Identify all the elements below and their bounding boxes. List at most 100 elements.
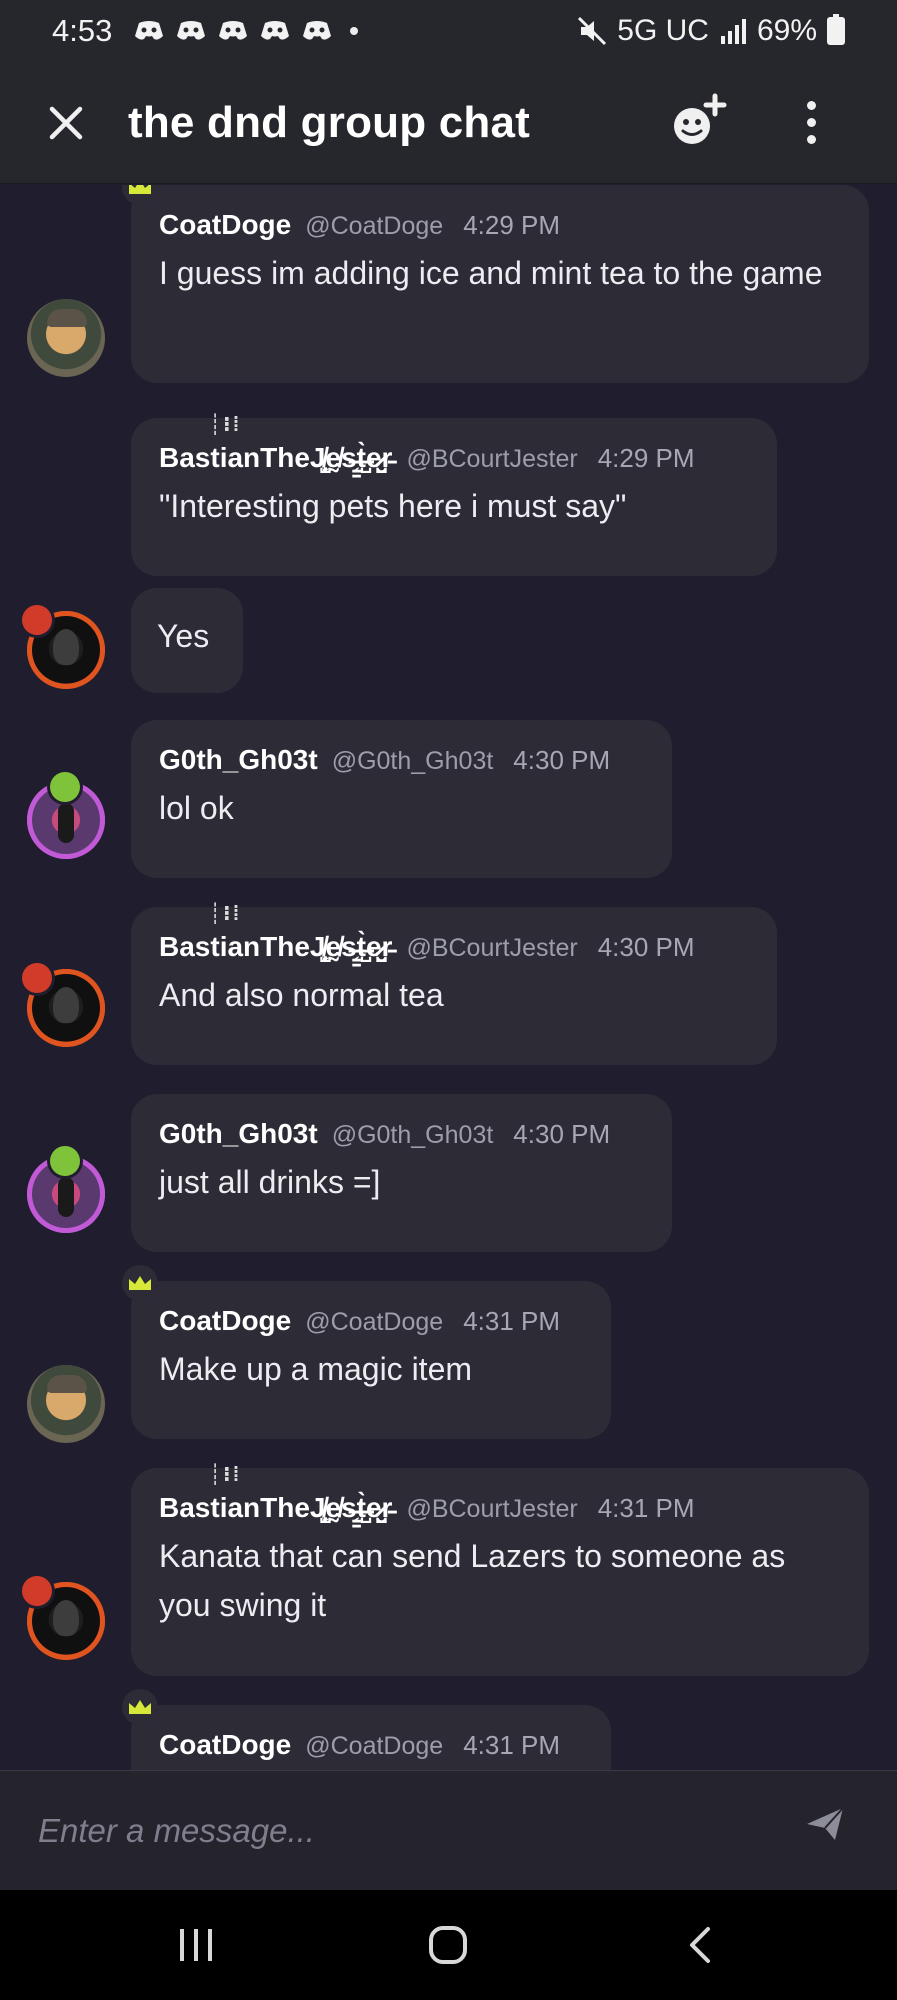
discord-icon <box>177 21 206 40</box>
message-handle: @G0th_Gh03t <box>331 1121 494 1149</box>
recent-apps-button[interactable] <box>156 1915 236 1975</box>
message-author[interactable]: CoatDoge <box>159 1305 291 1337</box>
message-text: I guess im adding ice and mint tea to th… <box>159 255 823 291</box>
message-author[interactable]: BastianTheJ̸̨̺̗̜ḛ̸s̶̳͔t̶̺̀e̷̮̺r̵ <box>159 901 392 963</box>
crown-icon <box>122 1689 158 1725</box>
network-label: 5G UC <box>617 14 709 47</box>
message-bubble[interactable]: Yes <box>131 588 243 693</box>
message-text: just all drinks =] <box>159 1164 381 1200</box>
status-dot-icon <box>350 27 359 35</box>
message-bubble[interactable]: G0th_Gh03t @G0th_Gh03t 4:30 PM lol ok <box>131 720 672 878</box>
message-item: BastianTheJ̸̨̺̗̜ḛ̸s̶̳͔t̶̺̀e̷̮̺r̵ @BCourt… <box>0 1462 897 1676</box>
message-item: G0th_Gh03t @G0th_Gh03t 4:30 PM lol ok <box>0 720 897 878</box>
system-nav-bar <box>0 1890 897 2000</box>
avatar-badge-icon <box>22 1576 52 1606</box>
recent-apps-icon <box>180 1929 212 1961</box>
status-right: 5G UC 69% <box>577 14 845 48</box>
status-time: 4:53 <box>52 13 113 48</box>
more-vertical-icon-dot <box>806 134 816 144</box>
message-item: CoatDoge @CoatDoge 4:31 PM Make up a mag… <box>0 1265 897 1443</box>
message-meta: BastianTheJ̸̨̺̗̜ḛ̸s̶̳͔t̶̺̀e̷̮̺r̵ @BCourt… <box>159 1462 841 1524</box>
add-member-button[interactable] <box>664 86 734 156</box>
discord-icon <box>219 21 248 40</box>
message-handle: @CoatDoge <box>305 1308 444 1336</box>
message-text: "Interesting pets here i must say" <box>159 488 627 524</box>
close-button[interactable] <box>34 91 98 155</box>
home-icon <box>429 1926 467 1964</box>
message-handle: @CoatDoge <box>305 1732 444 1760</box>
message-meta: BastianTheJ̸̨̺̗̜ḛ̸s̶̳͔t̶̺̀e̷̮̺r̵ @BCourt… <box>159 901 749 963</box>
message-item: Yes <box>0 588 897 693</box>
message-text: Make up a magic item <box>159 1351 473 1387</box>
message-time: 4:29 PM <box>597 443 695 473</box>
more-vertical-icon <box>806 100 816 110</box>
message-handle: @G0th_Gh03t <box>331 747 494 775</box>
crown-icon <box>122 1265 158 1301</box>
message-text: And also normal tea <box>159 977 444 1013</box>
status-left: 4:53 <box>52 13 359 49</box>
message-time: 4:31 PM <box>463 1730 561 1760</box>
message-bubble[interactable]: CoatDoge @CoatDoge 4:31 PM Make up a mag… <box>131 1281 611 1439</box>
message-text: Yes <box>157 618 210 654</box>
message-bubble[interactable]: BastianTheJ̸̨̺̗̜ḛ̸s̶̳͔t̶̺̀e̷̮̺r̵ @BCourt… <box>131 412 777 576</box>
status-bar: 4:53 5G UC 69% <box>0 0 897 62</box>
send-icon <box>807 1807 844 1840</box>
message-bubble[interactable]: G0th_Gh03t @G0th_Gh03t 4:30 PM just all … <box>131 1094 672 1252</box>
message-author[interactable]: BastianTheJ̸̨̺̗̜ḛ̸s̶̳͔t̶̺̀e̷̮̺r̵ <box>159 412 392 474</box>
message-time: 4:31 PM <box>463 1306 561 1336</box>
avatar-badge-icon <box>50 772 80 802</box>
message-handle: @BCourtJester <box>406 1495 578 1523</box>
message-bubble[interactable]: BastianTheJ̸̨̺̗̜ḛ̸s̶̳͔t̶̺̀e̷̮̺r̵ @BCourt… <box>131 1462 869 1676</box>
message-author[interactable]: CoatDoge <box>159 1729 291 1761</box>
message-meta: BastianTheJ̸̨̺̗̜ḛ̸s̶̳͔t̶̺̀e̷̮̺r̵ @BCourt… <box>159 412 749 474</box>
message-meta: CoatDoge @CoatDoge 4:29 PM <box>159 209 841 241</box>
message-handle: @BCourtJester <box>406 934 578 962</box>
message-handle: @BCourtJester <box>406 445 578 473</box>
message-meta: CoatDoge @CoatDoge 4:31 PM <box>159 1305 583 1337</box>
discord-icon <box>303 21 332 40</box>
close-icon <box>49 106 83 139</box>
message-item: G0th_Gh03t @G0th_Gh03t 4:30 PM just all … <box>0 1094 897 1252</box>
message-author[interactable]: G0th_Gh03t <box>159 1118 318 1150</box>
message-item: BastianTheJ̸̨̺̗̜ḛ̸s̶̳͔t̶̺̀e̷̮̺r̵ @BCourt… <box>0 901 897 1065</box>
message-author[interactable]: G0th_Gh03t <box>159 744 318 776</box>
signal-bars-icon <box>720 19 746 44</box>
add-member-icon <box>674 93 727 144</box>
message-time: 4:30 PM <box>597 932 695 962</box>
coatdoge-avatar[interactable] <box>27 1365 105 1443</box>
more-vertical-icon-dot <box>806 117 816 127</box>
message-meta: G0th_Gh03t @G0th_Gh03t 4:30 PM <box>159 744 644 776</box>
chat-title: the dnd group chat <box>128 97 531 147</box>
message-bubble[interactable]: CoatDoge @CoatDoge 4:31 PM <box>131 1705 611 1770</box>
message-meta: CoatDoge @CoatDoge 4:31 PM <box>159 1729 583 1761</box>
chat-header: the dnd group chat <box>0 62 897 184</box>
message-composer <box>0 1770 897 1890</box>
discord-icon <box>261 21 290 40</box>
coatdoge-avatar[interactable] <box>27 299 105 377</box>
message-list[interactable]: CoatDoge @CoatDoge 4:29 PM I guess im ad… <box>0 185 897 1770</box>
message-item: CoatDoge @CoatDoge 4:29 PM I guess im ad… <box>0 185 897 383</box>
message-text: lol ok <box>159 790 234 826</box>
message-bubble[interactable]: CoatDoge @CoatDoge 4:29 PM I guess im ad… <box>131 185 869 383</box>
message-item: BastianTheJ̸̨̺̗̜ḛ̸s̶̳͔t̶̺̀e̷̮̺r̵ @BCourt… <box>0 412 897 576</box>
discord-icon <box>135 21 164 40</box>
message-author[interactable]: CoatDoge <box>159 209 291 241</box>
message-author[interactable]: BastianTheJ̸̨̺̗̜ḛ̸s̶̳͔t̶̺̀e̷̮̺r̵ <box>159 1462 392 1524</box>
avatar-badge-icon <box>22 963 52 993</box>
back-icon <box>690 1927 710 1963</box>
back-button[interactable] <box>660 1915 740 1975</box>
avatar-badge-icon <box>22 605 52 635</box>
message-time: 4:30 PM <box>513 745 611 775</box>
message-bubble[interactable]: BastianTheJ̸̨̺̗̜ḛ̸s̶̳͔t̶̺̀e̷̮̺r̵ @BCourt… <box>131 901 777 1065</box>
message-text: Kanata that can send Lazers to someone a… <box>159 1538 786 1623</box>
message-time: 4:30 PM <box>513 1119 611 1149</box>
battery-icon <box>827 14 845 45</box>
message-handle: @CoatDoge <box>305 212 444 240</box>
battery-percent: 69% <box>756 14 817 47</box>
send-button[interactable] <box>800 1799 850 1849</box>
message-time: 4:29 PM <box>463 210 561 240</box>
message-input[interactable] <box>38 1795 778 1866</box>
more-options-button[interactable] <box>786 90 836 154</box>
home-button[interactable] <box>408 1915 488 1975</box>
message-meta: G0th_Gh03t @G0th_Gh03t 4:30 PM <box>159 1118 644 1150</box>
